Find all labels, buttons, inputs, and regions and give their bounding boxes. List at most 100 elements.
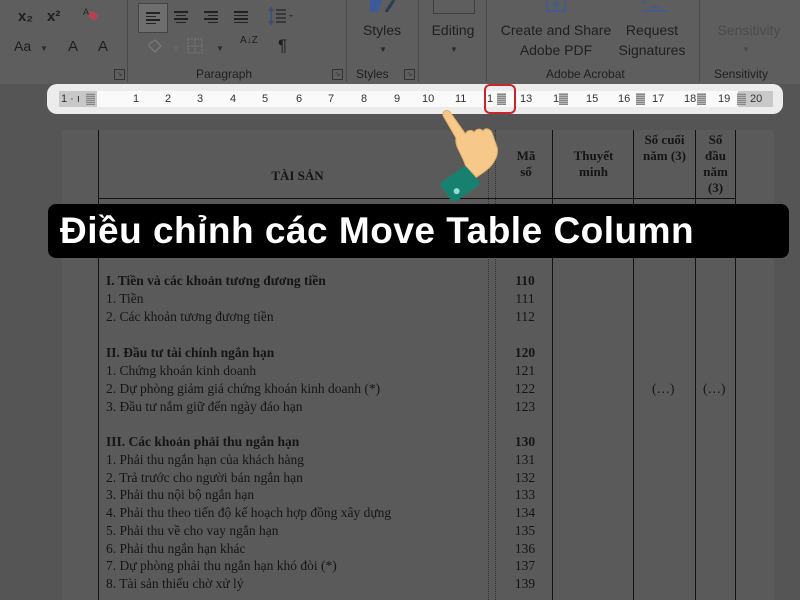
shading-icon[interactable] [145,38,167,61]
create-share-pdf-line2: Adobe PDF [519,42,593,58]
ruler-tick: 10 [422,93,435,105]
styles-group-label: Styles [356,67,389,81]
styles-dropdown-icon[interactable]: ▼ [379,45,387,54]
paragraph-group-label: Paragraph [196,67,253,81]
font-dialog-launcher-icon[interactable]: ↘ [114,69,125,80]
editing-icon[interactable] [433,0,475,14]
table-row-label: II. Đầu tư tài chính ngắn hạn [106,345,275,360]
clear-formatting-icon[interactable]: A [82,6,100,24]
styles-gallery-icon[interactable] [368,0,398,21]
header-end-year: Số cuối năm (3) [634,132,695,164]
ruler-tick: 18 [684,93,697,105]
shading-dropdown-icon[interactable]: ▼ [172,44,180,53]
editing-button[interactable]: Editing [424,20,482,40]
ruler-tick: 1 [133,93,140,105]
create-share-pdf-button[interactable]: Create and Share Adobe PDF [494,20,618,60]
table-row-code: 121 [514,363,536,378]
sensitivity-button[interactable]: Sensitivity [704,20,794,40]
align-right-icon[interactable] [204,9,218,25]
group-separator [418,0,419,82]
table-row-label: 4. Phải thu theo tiến độ kế hoạch hợp đồ… [106,505,392,520]
line-spacing-icon[interactable] [268,6,294,31]
ruler-tick: 16 [618,93,631,105]
table-row-label: 1. Chứng khoán kinh doanh [106,363,257,378]
ruler-tick: 11 [455,93,467,105]
table-row-code: 139 [514,576,536,591]
pointing-hand-icon [420,106,510,203]
ruler-tick: 15 [586,93,599,105]
banner-title: Điều chỉnh các Move Table Column [60,210,695,251]
ruler-tick: 7 [328,93,335,105]
group-separator [486,0,487,82]
table-row-label: 2. Các khoản tương đương tiền [106,309,274,324]
subscript-button[interactable]: x₂ [18,8,33,25]
move-table-column-marker[interactable] [697,93,706,105]
align-center-icon[interactable] [174,9,188,25]
table-row-label: 1. Phải thu ngắn hạn của khách hàng [106,452,304,467]
paragraph-dialog-launcher-icon[interactable]: ↘ [332,69,343,80]
table-row-label: 3. Đầu tư nắm giữ đến ngày đáo hạn [106,399,303,414]
group-separator [346,0,347,82]
ruler-margin-label: 1 · ı [61,93,80,105]
request-signatures-button[interactable]: Request Signatures [614,20,690,60]
borders-icon[interactable] [186,37,204,60]
table-row-code: 130 [514,434,536,449]
table-row-label: 8. Tài sản thiếu chờ xử lý [106,576,244,591]
table-row-code: 111 [515,291,535,306]
ruler-tick: 19 [718,93,731,105]
table-column-border[interactable] [633,130,634,600]
request-signatures-line1: Request [625,22,679,38]
header-begin-year-line2: đầu [705,148,726,163]
move-table-column-marker[interactable] [636,93,645,105]
header-bottom-border [98,198,735,199]
header-note-line1: Thuyết [573,148,614,163]
begin-year-value: (…) [703,381,726,396]
show-formatting-marks-button[interactable]: ¶ [278,36,287,56]
ruler-tick: 13 [520,93,533,105]
change-case-dropdown-icon[interactable]: ▼ [40,44,48,53]
header-begin-year-line3: năm [703,164,728,179]
table-row-code: 123 [514,399,536,414]
header-note-line2: minh [579,164,608,179]
sensitivity-dropdown-icon[interactable]: ▼ [742,45,750,54]
move-table-column-marker[interactable] [737,93,746,105]
table-row-code: 135 [514,523,536,538]
align-left-button[interactable] [138,3,168,33]
ruler-tick: 5 [262,93,269,105]
ruler-tick: 2 [165,93,172,105]
table-border-right[interactable] [735,130,736,600]
borders-dropdown-icon[interactable]: ▼ [216,44,224,53]
editing-dropdown-icon[interactable]: ▼ [450,45,458,54]
table-column-border[interactable] [552,130,553,600]
move-table-column-marker[interactable] [86,93,95,105]
ruler-tick: 4 [230,93,237,105]
header-begin-year-line4: (3) [707,180,724,195]
group-separator [699,0,700,82]
group-separator [127,0,128,82]
superscript-button[interactable]: x² [47,8,60,25]
table-row-label: 2. Dự phòng giảm giá chứng khoán kinh do… [106,381,381,396]
sort-button[interactable]: A↓Z [240,36,262,46]
ruler-tick: 6 [296,93,303,105]
styles-dialog-launcher-icon[interactable]: ↘ [404,69,415,80]
table-column-border[interactable] [695,130,696,600]
header-begin-year: Số đầu năm (3) [696,132,735,196]
table-border-left [98,130,99,600]
ribbon: x₂ x² A Aa ▼ A A ↘ ▼ ▼ A↓Z ¶ Paragraph ↘… [0,0,800,84]
table-row-label: 7. Dự phòng phải thu ngắn hạn khó đòi (*… [106,558,337,573]
move-table-column-marker[interactable] [559,93,568,105]
justify-icon[interactable] [234,9,248,25]
header-end-year-line2: năm (3) [643,148,686,163]
ruler-tick: 3 [197,93,204,105]
styles-button[interactable]: Styles [356,20,408,40]
table-row-label: I. Tiền và các khoản tương đương tiền [106,273,326,288]
change-case-button[interactable]: Aa [14,38,31,54]
header-end-year-line1: Số cuối [644,132,685,147]
shrink-font-button[interactable]: A [98,38,108,55]
table-row-code: 137 [514,558,536,573]
grow-font-button[interactable]: A [68,38,78,55]
ruler-tick: 20 [750,93,763,105]
table-row-code: 110 [515,273,535,288]
table-row-code: 133 [514,487,536,502]
create-pdf-icon [545,0,569,18]
